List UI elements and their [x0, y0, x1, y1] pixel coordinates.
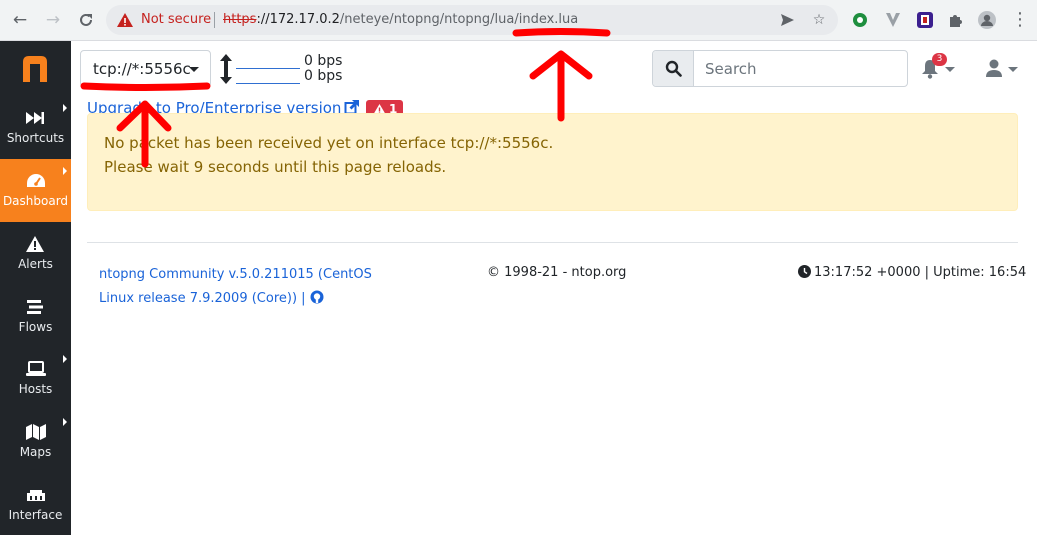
browser-menu-icon[interactable]: ⋮	[1009, 9, 1031, 31]
sidebar: Shortcuts Dashboard Alerts Flows Hosts M…	[0, 41, 71, 535]
upload-sparkline	[236, 68, 300, 69]
upload-rate: 0 bps	[304, 53, 343, 69]
laptop-icon	[26, 361, 46, 376]
search-icon	[665, 60, 682, 77]
warning-icon[interactable]	[116, 11, 134, 29]
submenu-caret-icon	[63, 355, 67, 363]
user-menu-icon[interactable]	[984, 58, 1020, 80]
sidebar-item-label: Flows	[18, 320, 53, 334]
version-line[interactable]: ntopng Community v.5.0.211015 (CentOS	[99, 263, 379, 287]
back-icon[interactable]: ←	[9, 9, 31, 31]
no-packet-warning: No packet has been received yet on inter…	[87, 113, 1018, 211]
extension-shield-icon[interactable]	[915, 10, 935, 30]
bookmark-star-icon[interactable]: ☆	[810, 11, 828, 29]
sidebar-item-label: Maps	[19, 445, 52, 459]
sidebar-item-label: Hosts	[18, 382, 53, 396]
sidebar-item-interface[interactable]: Interface	[0, 473, 71, 535]
sidebar-item-shortcuts[interactable]: Shortcuts	[0, 96, 71, 159]
footer-divider	[87, 242, 1018, 243]
search-box	[652, 50, 908, 87]
sidebar-item-maps[interactable]: Maps	[0, 410, 71, 473]
omnibox-divider	[214, 12, 215, 28]
sidebar-item-dashboard[interactable]: Dashboard	[0, 159, 71, 222]
interface-selector-value: tcp://*:5556c	[93, 60, 191, 78]
security-label[interactable]: Not secure	[141, 12, 211, 27]
send-icon[interactable]	[778, 11, 796, 29]
warning-triangle-icon	[26, 236, 44, 252]
ntop-logo[interactable]	[19, 54, 51, 84]
clock-status: 13:17:52 +0000 | Uptime: 16:54	[798, 265, 1026, 280]
extension-v-icon[interactable]	[883, 10, 903, 30]
interface-selector[interactable]: tcp://*:5556c	[80, 50, 211, 87]
version-line[interactable]: Linux release 7.9.2009 (Core)) |	[99, 291, 306, 306]
puzzle-icon[interactable]	[946, 10, 966, 30]
reload-countdown-message: Please wait 9 seconds until this page re…	[104, 158, 447, 176]
fast-forward-icon	[26, 112, 44, 124]
ethernet-icon	[27, 490, 45, 501]
address-bar[interactable]: Not secure https://172.17.0.2/neteye/nto…	[106, 5, 838, 35]
extension-green-icon[interactable]	[850, 10, 870, 30]
sidebar-item-label: Alerts	[18, 257, 53, 271]
gauge-icon	[27, 174, 45, 187]
submenu-caret-icon	[63, 104, 67, 112]
submenu-caret-icon	[63, 167, 67, 175]
download-rate: 0 bps	[304, 68, 343, 84]
warning-message: No packet has been received yet on inter…	[104, 134, 554, 152]
sidebar-item-label: Dashboard	[2, 194, 69, 208]
submenu-caret-icon	[63, 418, 67, 426]
clock-icon	[798, 265, 811, 278]
sidebar-item-label: Interface	[8, 508, 63, 522]
sidebar-item-alerts[interactable]: Alerts	[0, 222, 71, 285]
browser-toolbar: ← → Not secure https://172.17.0.2/neteye…	[0, 0, 1037, 41]
stream-icon	[27, 300, 43, 314]
search-button[interactable]	[653, 51, 694, 86]
chevron-down-icon	[189, 67, 199, 72]
version-info[interactable]: ntopng Community v.5.0.211015 (CentOS Li…	[99, 263, 379, 311]
url-text[interactable]: https://172.17.0.2/neteye/ntopng/ntopng/…	[223, 12, 578, 27]
github-icon[interactable]	[310, 290, 324, 304]
map-icon	[26, 424, 46, 440]
notification-count-badge: 3	[932, 53, 947, 66]
download-sparkline	[236, 83, 300, 84]
sidebar-item-label: Shortcuts	[6, 131, 65, 145]
profile-avatar-icon[interactable]	[977, 10, 997, 30]
copyright: © 1998-21 - ntop.org	[487, 265, 627, 280]
search-input[interactable]	[695, 51, 907, 86]
sidebar-item-flows[interactable]: Flows	[0, 285, 71, 348]
up-down-arrows-icon	[220, 54, 232, 84]
reload-icon[interactable]	[75, 9, 97, 31]
forward-icon[interactable]: →	[42, 9, 64, 31]
sidebar-item-hosts[interactable]: Hosts	[0, 347, 71, 410]
